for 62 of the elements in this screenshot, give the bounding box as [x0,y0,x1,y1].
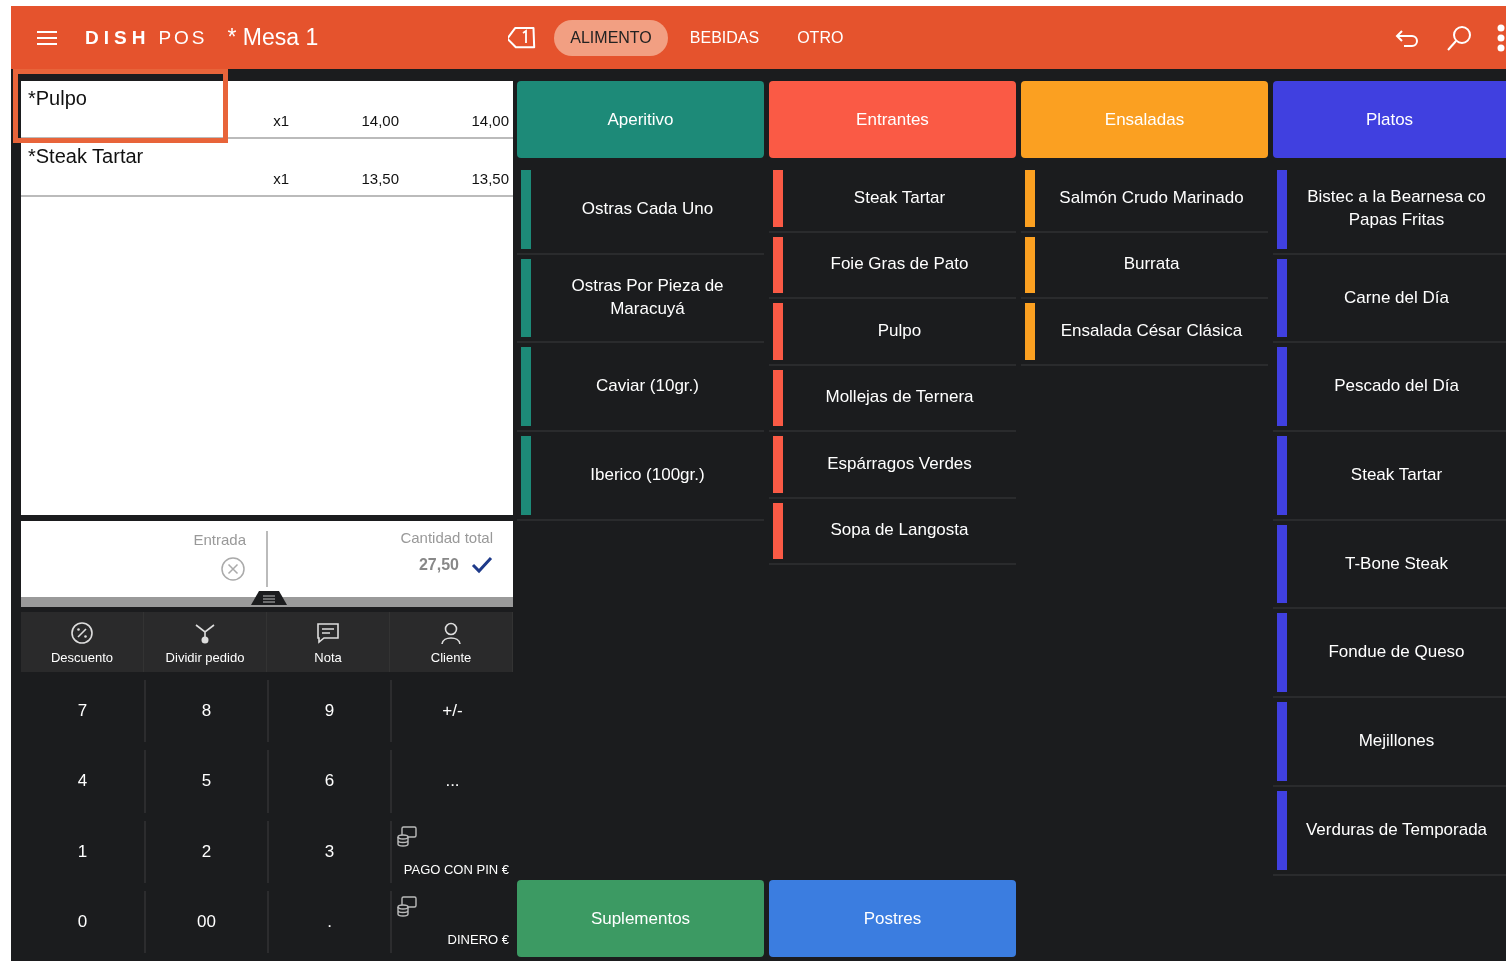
item-price: 13,50 [360,170,399,187]
total-amount: 27,50 [418,556,459,574]
product-button[interactable]: Pescado del Día [1287,347,1506,427]
product-button[interactable]: Caviar (10gr.) [531,347,764,427]
item-name: *Pulpo [28,87,88,110]
action-button[interactable]: Cliente [390,612,513,672]
check-icon[interactable] [471,554,493,576]
product-button[interactable]: Ostras Por Pieza de Maracuyá [531,258,764,338]
color-stripe [773,369,783,426]
payment-icon [396,894,418,917]
category-button[interactable]: Platos [1273,81,1506,158]
product-button[interactable]: Ostras Cada Uno [531,170,764,249]
more-icon[interactable] [1496,22,1506,53]
category-button[interactable]: Suplementos [517,880,764,957]
color-stripe [1025,236,1035,293]
color-stripe [773,236,783,293]
category-button[interactable]: Postres [769,880,1016,957]
color-stripe [773,170,783,227]
product-button[interactable]: Ensalada César Clásica [1035,303,1268,360]
item-total: 13,50 [470,170,509,187]
product-button[interactable]: Mollejas de Ternera [783,369,1016,426]
product-button[interactable]: Sopa de Langosta [783,502,1016,559]
category-button[interactable]: Aperitivo [517,81,764,158]
product-button[interactable]: Steak Tartar [1287,436,1506,515]
color-stripe [1025,303,1035,360]
product-button[interactable]: Carne del Día [1287,258,1506,338]
product-button[interactable]: Verduras de Temporada [1287,790,1506,870]
discount-icon [69,619,95,646]
action-button[interactable]: Nota [267,612,390,672]
product-button[interactable]: T-Bone Steak [1287,524,1506,604]
product-button[interactable]: Foie Gras de Pato [783,236,1016,293]
item-price: 14,00 [360,112,399,129]
item-quantity: x1 [272,170,289,187]
product-button[interactable]: Burrata [1035,236,1268,293]
product-button[interactable]: Steak Tartar [783,170,1016,227]
product-button[interactable]: Salmón Crudo Marinado [1035,170,1268,227]
product-button[interactable]: Fondue de Queso [1287,613,1506,693]
category-tab[interactable]: ALIMENTO [554,19,668,56]
color-stripe [1025,170,1035,227]
brand-logo: DISH [85,26,151,49]
brand-logo-suffix: POS [158,26,208,49]
color-stripe [773,436,783,493]
clear-icon[interactable] [220,556,246,582]
color-stripe [773,303,783,360]
action-button[interactable]: Descuento [21,612,144,672]
total-label: Cantidad total [400,529,493,546]
drag-handle[interactable] [251,591,287,605]
item-quantity: x1 [272,112,289,129]
item-total: 14,00 [470,112,509,129]
category-tab[interactable]: OTRO [781,19,860,56]
item-name: *Steak Tartar [28,145,145,168]
category-tab[interactable]: BEBIDAS [673,19,776,56]
color-stripe [773,502,783,559]
product-button[interactable]: Espárragos Verdes [783,436,1016,493]
product-button[interactable]: Iberico (100gr.) [531,436,764,515]
action-button[interactable]: Dividir pedido [144,612,267,672]
payment-icon [396,824,418,847]
product-button[interactable]: Mejillones [1287,702,1506,781]
product-button[interactable]: Pulpo [783,303,1016,360]
table-title: * Mesa 1 [227,24,319,51]
input-label: Entrada [193,531,246,548]
product-button[interactable]: Bistec a la Bearnesa co Papas Fritas [1287,170,1506,249]
